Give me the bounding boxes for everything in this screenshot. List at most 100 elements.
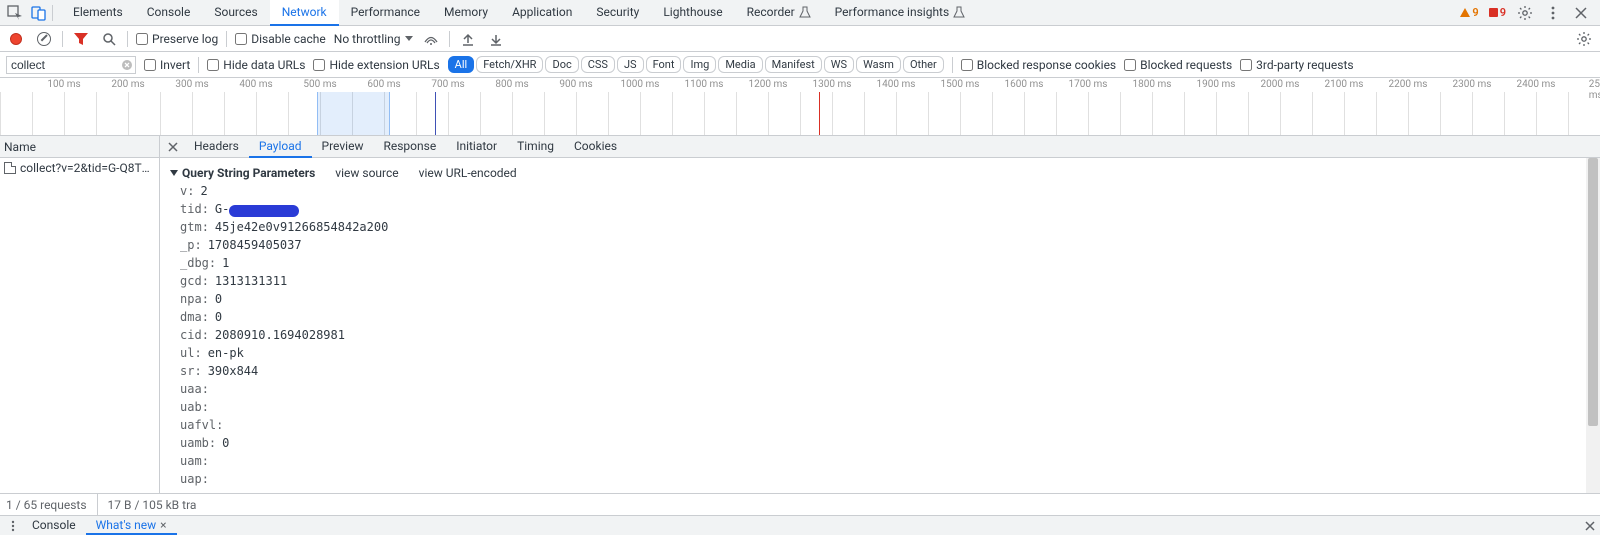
hide-data-urls-input[interactable] bbox=[207, 59, 219, 71]
gear-icon[interactable] bbox=[1514, 2, 1536, 24]
top-tab-sources[interactable]: Sources bbox=[202, 0, 269, 26]
device-toggle-icon[interactable] bbox=[28, 2, 50, 24]
details-tab-cookies[interactable]: Cookies bbox=[564, 136, 627, 158]
param-key: sr bbox=[180, 364, 202, 378]
type-filter-fetch-xhr[interactable]: Fetch/XHR bbox=[476, 56, 543, 73]
timeline-tick: 1100 ms bbox=[685, 78, 724, 90]
search-button[interactable] bbox=[99, 29, 119, 49]
filter-toggle-button[interactable] bbox=[71, 29, 91, 49]
details-tab-payload[interactable]: Payload bbox=[249, 136, 312, 158]
type-filter-media[interactable]: Media bbox=[718, 56, 762, 73]
details-tab-preview[interactable]: Preview bbox=[312, 136, 374, 158]
drawer-tab-close-icon[interactable]: × bbox=[160, 518, 166, 532]
param-row: v2 bbox=[166, 182, 1600, 200]
details-tab-initiator[interactable]: Initiator bbox=[446, 136, 507, 158]
divider bbox=[62, 31, 63, 47]
details-tab-timing[interactable]: Timing bbox=[507, 136, 564, 158]
invert-input[interactable] bbox=[144, 59, 156, 71]
scrollbar-thumb[interactable] bbox=[1588, 158, 1598, 426]
param-key: uab bbox=[180, 400, 209, 414]
record-button[interactable] bbox=[6, 29, 26, 49]
preserve-log-input[interactable] bbox=[136, 33, 148, 45]
top-tab-console[interactable]: Console bbox=[135, 0, 203, 26]
type-filter-manifest[interactable]: Manifest bbox=[765, 56, 822, 73]
inspect-element-icon[interactable] bbox=[4, 2, 26, 24]
type-filter-doc[interactable]: Doc bbox=[545, 56, 578, 73]
drawer-close-button[interactable] bbox=[1580, 516, 1600, 535]
type-filter-all[interactable]: All bbox=[448, 56, 475, 73]
param-row: uamb0 bbox=[166, 434, 1600, 452]
blocked-requests-checkbox[interactable]: Blocked requests bbox=[1124, 58, 1232, 72]
throttling-select[interactable]: No throttling bbox=[334, 32, 413, 46]
close-icon[interactable] bbox=[1570, 2, 1592, 24]
top-tab-security[interactable]: Security bbox=[584, 0, 651, 26]
hide-data-urls-checkbox[interactable]: Hide data URLs bbox=[207, 58, 305, 72]
network-conditions-icon[interactable] bbox=[421, 29, 441, 49]
errors-badge[interactable]: 9 bbox=[1487, 6, 1508, 19]
warning-icon bbox=[1460, 8, 1470, 17]
view-source-link[interactable]: view source bbox=[335, 166, 398, 180]
blocked-response-cookies-input[interactable] bbox=[961, 59, 973, 71]
timeline-tick: 1700 ms bbox=[1069, 78, 1108, 90]
filter-input[interactable] bbox=[6, 56, 136, 74]
drawer-tab-what-s-new[interactable]: What's new× bbox=[86, 516, 177, 535]
redacted-value bbox=[229, 205, 299, 217]
view-url-encoded-link[interactable]: view URL-encoded bbox=[419, 166, 517, 180]
preserve-log-checkbox[interactable]: Preserve log bbox=[136, 32, 218, 46]
divider bbox=[198, 57, 199, 73]
type-filter-css[interactable]: CSS bbox=[581, 56, 615, 73]
network-overview-timeline[interactable]: 100 ms200 ms300 ms400 ms500 ms600 ms700 … bbox=[0, 78, 1600, 136]
third-party-input[interactable] bbox=[1240, 59, 1252, 71]
type-filter-js[interactable]: JS bbox=[617, 56, 644, 73]
top-tab-application[interactable]: Application bbox=[500, 0, 584, 26]
blocked-response-cookies-checkbox[interactable]: Blocked response cookies bbox=[961, 58, 1116, 72]
param-row: uafvl bbox=[166, 416, 1600, 434]
top-tab-lighthouse[interactable]: Lighthouse bbox=[651, 0, 734, 26]
request-row[interactable]: collect?v=2&tid=G-Q8THBBF5... bbox=[0, 158, 159, 178]
top-tab-performance[interactable]: Performance bbox=[339, 0, 432, 26]
request-list-header[interactable]: Name bbox=[0, 136, 159, 158]
filter-clear-button[interactable] bbox=[120, 58, 134, 72]
timeline-selection[interactable] bbox=[317, 92, 391, 135]
drawer-more-icon[interactable] bbox=[4, 516, 22, 535]
param-key: _dbg bbox=[180, 256, 216, 270]
blocked-requests-input[interactable] bbox=[1124, 59, 1136, 71]
status-requests: 1 / 65 requests bbox=[6, 494, 98, 515]
warnings-badge[interactable]: 9 bbox=[1458, 6, 1480, 19]
hide-data-urls-label: Hide data URLs bbox=[223, 58, 305, 72]
top-tab-elements[interactable]: Elements bbox=[61, 0, 135, 26]
top-tab-performance-insights[interactable]: Performance insights bbox=[823, 0, 978, 26]
drawer-tab-console[interactable]: Console bbox=[22, 516, 86, 535]
top-tab-recorder[interactable]: Recorder bbox=[735, 0, 823, 26]
more-icon[interactable] bbox=[1542, 2, 1564, 24]
type-filter-img[interactable]: Img bbox=[683, 56, 716, 73]
type-filter-other[interactable]: Other bbox=[903, 56, 944, 73]
type-filter-wasm[interactable]: Wasm bbox=[856, 56, 901, 73]
clear-button[interactable] bbox=[34, 29, 54, 49]
details-close-button[interactable] bbox=[162, 136, 184, 158]
type-filter-ws[interactable]: WS bbox=[824, 56, 854, 73]
document-icon bbox=[4, 162, 16, 174]
details-tab-headers[interactable]: Headers bbox=[184, 136, 249, 158]
hide-extension-urls-input[interactable] bbox=[313, 59, 325, 71]
hide-extension-urls-checkbox[interactable]: Hide extension URLs bbox=[313, 58, 439, 72]
preserve-log-label: Preserve log bbox=[152, 32, 218, 46]
details-tab-response[interactable]: Response bbox=[373, 136, 446, 158]
clear-icon bbox=[37, 32, 51, 46]
disable-cache-input[interactable] bbox=[235, 33, 247, 45]
upload-har-icon[interactable] bbox=[458, 29, 478, 49]
type-filter-bar: AllFetch/XHRDocCSSJSFontImgMediaManifest… bbox=[448, 56, 944, 73]
timeline-marker bbox=[819, 92, 820, 135]
download-har-icon[interactable] bbox=[486, 29, 506, 49]
disable-cache-checkbox[interactable]: Disable cache bbox=[235, 32, 326, 46]
top-tab-memory[interactable]: Memory bbox=[432, 0, 500, 26]
param-value: G- bbox=[215, 202, 299, 216]
details-vertical-scrollbar[interactable] bbox=[1586, 158, 1600, 493]
payload-section-header[interactable]: Query String Parameters view source view… bbox=[166, 164, 1600, 182]
invert-checkbox[interactable]: Invert bbox=[144, 58, 190, 72]
type-filter-font[interactable]: Font bbox=[646, 56, 682, 73]
network-settings-gear-icon[interactable] bbox=[1574, 29, 1594, 49]
third-party-checkbox[interactable]: 3rd-party requests bbox=[1240, 58, 1353, 72]
timeline-tick: 800 ms bbox=[495, 78, 528, 90]
top-tab-network[interactable]: Network bbox=[270, 0, 339, 26]
